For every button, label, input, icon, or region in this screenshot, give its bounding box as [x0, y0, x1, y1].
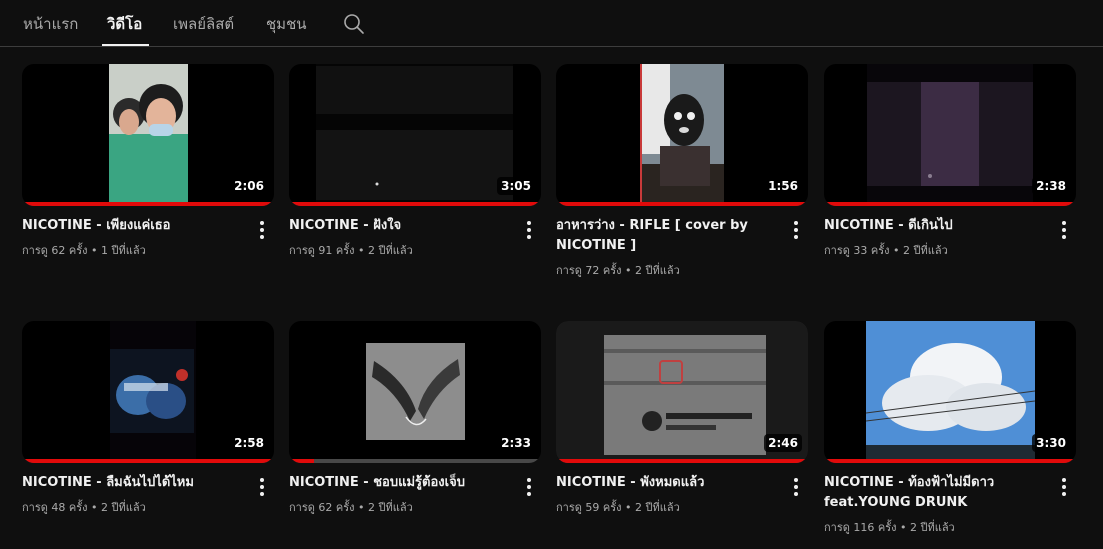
duration-badge: 3:30 [1032, 434, 1070, 452]
watch-progress-bar [289, 459, 541, 463]
video-thumbnail[interactable]: 2:33 [289, 321, 541, 463]
watch-progress-fill [22, 459, 274, 463]
more-actions-button[interactable] [254, 475, 270, 497]
thumbnail-image [316, 64, 513, 206]
upload-age: 2 ปีที่แล้ว [101, 501, 146, 514]
watch-progress-bar [289, 202, 541, 206]
thumbnail-image [110, 321, 196, 463]
video-card: 2:46 NICOTINE - พังหมดแล้ว การดู 59 ครั้… [556, 321, 808, 514]
view-count: การดู 72 ครั้ง [556, 264, 622, 277]
upload-age: 2 ปีที่แล้ว [368, 244, 413, 257]
watch-progress-fill [289, 459, 315, 463]
video-thumbnail[interactable]: 2:46 [556, 321, 808, 463]
video-thumbnail[interactable]: 2:06 [22, 64, 274, 206]
upload-age: 2 ปีที่แล้ว [903, 244, 948, 257]
more-actions-button[interactable] [1056, 475, 1072, 497]
video-thumbnail[interactable]: 3:05 [289, 64, 541, 206]
view-count: การดู 116 ครั้ง [824, 521, 897, 534]
watch-progress-bar [824, 202, 1076, 206]
thumbnail-image [640, 64, 724, 206]
more-actions-button[interactable] [521, 475, 537, 497]
watch-progress-fill [556, 202, 808, 206]
thumbnail-image [366, 321, 465, 463]
video-title[interactable]: NICOTINE - เพียงแค่เธอ [22, 216, 250, 236]
view-count: การดู 48 ครั้ง [22, 501, 88, 514]
duration-badge: 3:05 [497, 177, 535, 195]
watch-progress-bar [824, 459, 1076, 463]
video-meta: การดู 33 ครั้ง • 2 ปีที่แล้ว [824, 244, 948, 257]
video-title[interactable]: อาหารว่าง - RIFLE [ cover by NICOTINE ] [556, 216, 784, 256]
view-count: การดู 33 ครั้ง [824, 244, 890, 257]
channel-tabs: หน้าแรก วิดีโอ เพลย์ลิสต์ ชุมชน [0, 0, 1103, 47]
video-thumbnail[interactable]: 3:30 [824, 321, 1076, 463]
tab-videos[interactable]: วิดีโอ [107, 12, 142, 36]
channel-search-button[interactable] [343, 13, 365, 35]
active-tab-indicator [102, 44, 149, 46]
video-title[interactable]: NICOTINE - ท้องฟ้าไม่มีดาว feat.YOUNG DR… [824, 473, 1052, 513]
video-title[interactable]: NICOTINE - ดีเกินไป [824, 216, 1052, 236]
watch-progress-fill [824, 459, 1076, 463]
search-icon [344, 14, 364, 34]
more-actions-button[interactable] [1056, 218, 1072, 240]
watch-progress-bar [22, 202, 274, 206]
video-title[interactable]: NICOTINE - ฝังใจ [289, 216, 517, 236]
upload-age: 2 ปีที่แล้ว [910, 521, 955, 534]
video-card: 2:58 NICOTINE - ลืมฉันไปได้ไหม การดู 48 … [22, 321, 274, 514]
tab-community[interactable]: ชุมชน [266, 12, 307, 36]
video-card: 3:05 NICOTINE - ฝังใจ การดู 91 ครั้ง • 2… [289, 64, 541, 257]
duration-badge: 2:46 [764, 434, 802, 452]
video-thumbnail[interactable]: 2:58 [22, 321, 274, 463]
thumbnail-image [867, 64, 1033, 206]
video-meta: การดู 62 ครั้ง • 1 ปีที่แล้ว [22, 244, 146, 257]
view-count: การดู 62 ครั้ง [22, 244, 88, 257]
video-card: 1:56 อาหารว่าง - RIFLE [ cover by NICOTI… [556, 64, 808, 277]
thumbnail-image [109, 64, 188, 206]
video-thumbnail[interactable]: 1:56 [556, 64, 808, 206]
upload-age: 2 ปีที่แล้ว [635, 501, 680, 514]
view-count: การดู 62 ครั้ง [289, 501, 355, 514]
video-meta: การดู 48 ครั้ง • 2 ปีที่แล้ว [22, 501, 146, 514]
video-card: 2:38 NICOTINE - ดีเกินไป การดู 33 ครั้ง … [824, 64, 1076, 257]
upload-age: 1 ปีที่แล้ว [101, 244, 146, 257]
watch-progress-bar [22, 459, 274, 463]
more-actions-button[interactable] [788, 218, 804, 240]
watch-progress-fill [289, 202, 541, 206]
video-meta: การดู 59 ครั้ง • 2 ปีที่แล้ว [556, 501, 680, 514]
video-meta: การดู 91 ครั้ง • 2 ปีที่แล้ว [289, 244, 413, 257]
watch-progress-fill [824, 202, 1076, 206]
watch-progress-bar [556, 202, 808, 206]
video-title[interactable]: NICOTINE - ชอบแม่รู้ต้องเจ็บ [289, 473, 517, 493]
duration-badge: 2:38 [1032, 177, 1070, 195]
duration-badge: 1:56 [764, 177, 802, 195]
more-actions-button[interactable] [521, 218, 537, 240]
tab-playlists[interactable]: เพลย์ลิสต์ [173, 12, 234, 36]
video-title[interactable]: NICOTINE - พังหมดแล้ว [556, 473, 784, 493]
duration-badge: 2:58 [230, 434, 268, 452]
video-meta: การดู 72 ครั้ง • 2 ปีที่แล้ว [556, 264, 680, 277]
more-actions-button[interactable] [788, 475, 804, 497]
video-meta: การดู 62 ครั้ง • 2 ปีที่แล้ว [289, 501, 413, 514]
view-count: การดู 59 ครั้ง [556, 501, 622, 514]
video-card: 2:06 NICOTINE - เพียงแค่เธอ การดู 62 ครั… [22, 64, 274, 257]
thumbnail-image [866, 321, 1035, 463]
video-card: 3:30 NICOTINE - ท้องฟ้าไม่มีดาว feat.YOU… [824, 321, 1076, 534]
upload-age: 2 ปีที่แล้ว [368, 501, 413, 514]
video-thumbnail[interactable]: 2:38 [824, 64, 1076, 206]
upload-age: 2 ปีที่แล้ว [635, 264, 680, 277]
duration-badge: 2:06 [230, 177, 268, 195]
duration-badge: 2:33 [497, 434, 535, 452]
watch-progress-fill [556, 459, 808, 463]
video-card: 2:33 NICOTINE - ชอบแม่รู้ต้องเจ็บ การดู … [289, 321, 541, 514]
watch-progress-fill [22, 202, 274, 206]
watch-progress-bar [556, 459, 808, 463]
more-actions-button[interactable] [254, 218, 270, 240]
video-title[interactable]: NICOTINE - ลืมฉันไปได้ไหม [22, 473, 250, 493]
video-meta: การดู 116 ครั้ง • 2 ปีที่แล้ว [824, 521, 955, 534]
tab-home[interactable]: หน้าแรก [23, 12, 78, 36]
view-count: การดู 91 ครั้ง [289, 244, 355, 257]
